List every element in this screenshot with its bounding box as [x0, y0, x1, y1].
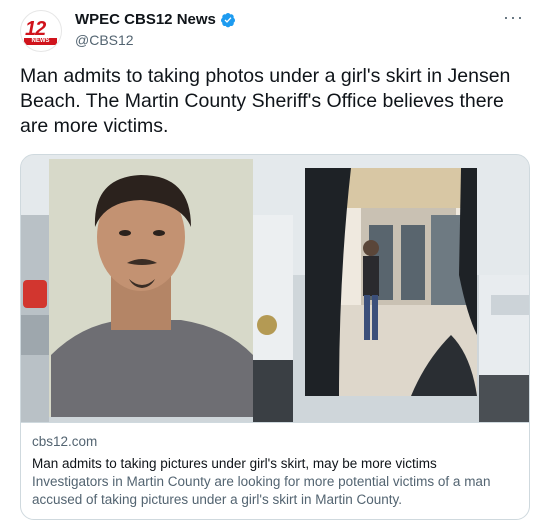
card-title: Man admits to taking pictures under girl… — [32, 456, 437, 471]
verified-badge-icon — [220, 12, 235, 27]
link-card[interactable]: cbs12.com Man admits to taking pictures … — [20, 154, 530, 520]
card-description: Investigators in Martin County are looki… — [32, 474, 491, 507]
blurred-logo-shape — [23, 280, 47, 308]
author-name[interactable]: WPEC CBS12 News — [75, 11, 216, 28]
blurred-badge-shape — [257, 315, 277, 335]
more-options-icon[interactable]: ··· — [503, 8, 524, 26]
cbs12-logo-news: NEWS — [24, 38, 57, 45]
card-photo-collage — [21, 155, 529, 422]
author-avatar[interactable]: 12 NEWS — [20, 10, 62, 52]
mugshot-photo — [49, 159, 253, 417]
author-name-row[interactable]: WPEC CBS12 News — [75, 11, 236, 28]
author-handle[interactable]: @CBS12 — [75, 32, 134, 48]
tweet-text: Man admits to taking photos under a girl… — [20, 65, 511, 137]
card-footer[interactable]: cbs12.com Man admits to taking pictures … — [21, 422, 529, 519]
surveillance-photo — [305, 168, 477, 396]
card-domain: cbs12.com — [32, 434, 98, 449]
card-image[interactable] — [21, 155, 529, 422]
